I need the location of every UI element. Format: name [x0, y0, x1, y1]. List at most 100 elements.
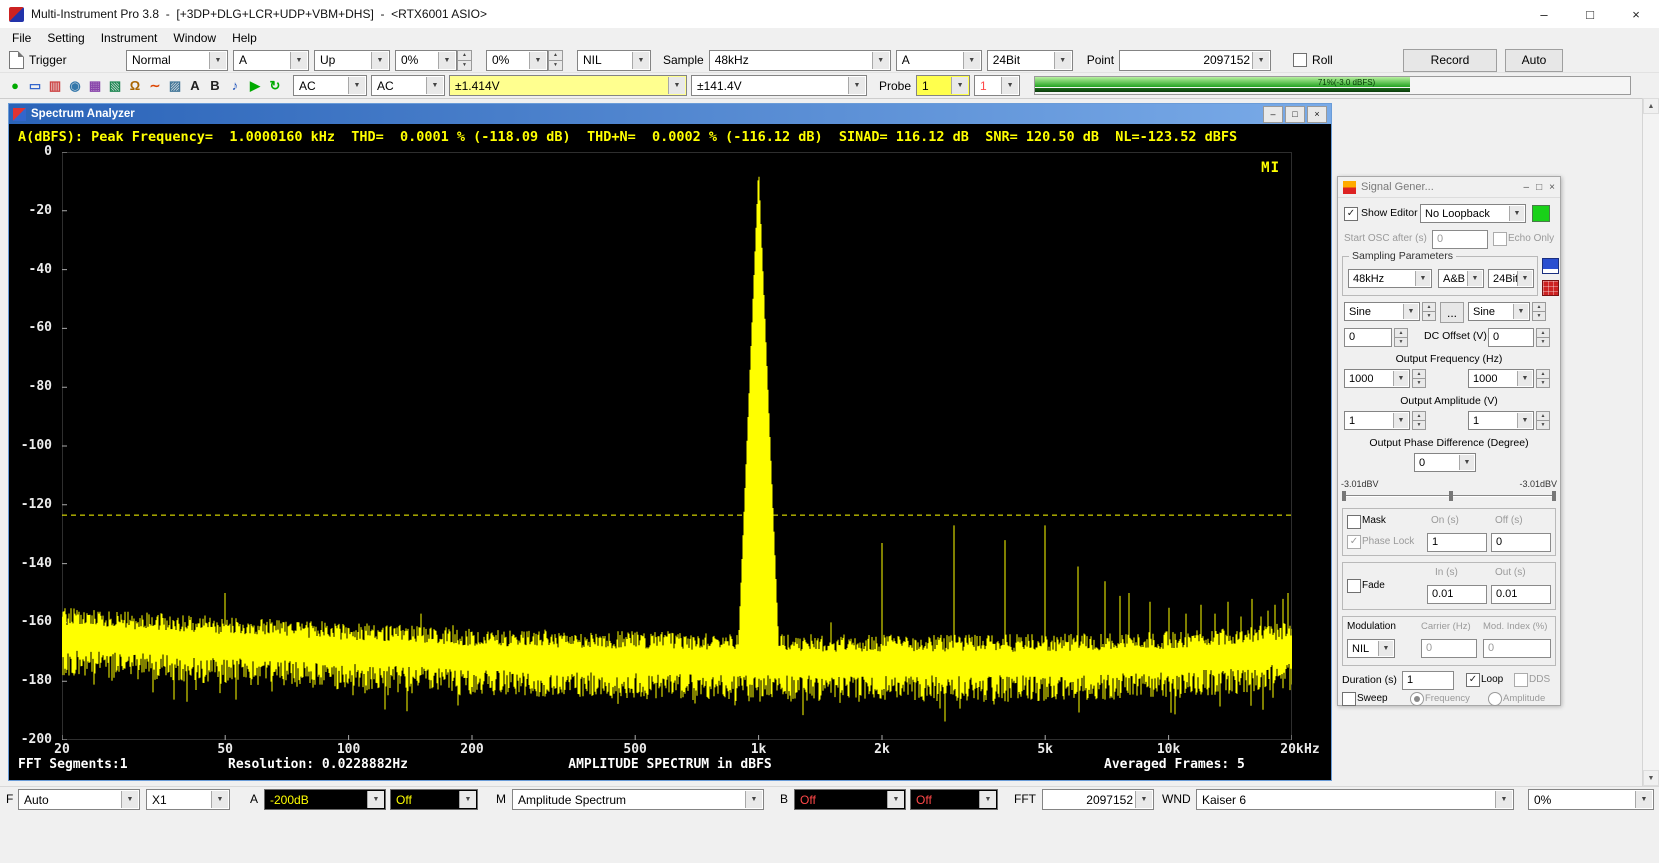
roll-checkbox[interactable]	[1293, 53, 1307, 67]
dc-offset-a-input[interactable]: 0	[1344, 328, 1392, 347]
mask-on-input[interactable]: 1	[1427, 533, 1487, 552]
mask-off-input[interactable]: 0	[1491, 533, 1551, 552]
oscilloscope-icon[interactable]: ▭	[25, 76, 45, 96]
auto-button[interactable]: Auto	[1505, 49, 1563, 72]
sampling-bits-select[interactable]: 24Bit	[987, 50, 1073, 71]
font-decrease-b-icon[interactable]: B	[205, 76, 225, 96]
x-scale-select[interactable]: X1	[146, 789, 230, 810]
freq-a-spinner[interactable]	[1412, 369, 1426, 388]
amp-b-spinner[interactable]	[1536, 411, 1550, 430]
freq-range-select[interactable]: Auto	[18, 789, 140, 810]
mask-checkbox[interactable]	[1347, 515, 1361, 529]
carrier-input[interactable]: 0	[1421, 639, 1477, 658]
dc-offset-b-input[interactable]: 0	[1488, 328, 1534, 347]
wave-a-select[interactable]: Sine	[1344, 302, 1420, 321]
scroll-up-button[interactable]: ▲	[1643, 98, 1659, 114]
font-decrease-a-icon[interactable]: A	[185, 76, 205, 96]
trigger-hpf-select[interactable]: NIL	[577, 50, 651, 71]
vertical-scrollbar[interactable]: ▲ ▼	[1642, 98, 1659, 786]
fade-in-input[interactable]: 0.01	[1427, 585, 1487, 604]
duration-input[interactable]: 1	[1402, 671, 1454, 690]
derived-data-icon[interactable]: ▨	[165, 76, 185, 96]
minimize-button[interactable]: –	[1521, 0, 1567, 28]
spectrum-analyzer-icon[interactable]: ▥	[45, 76, 65, 96]
siggen-minimize-button[interactable]: –	[1524, 182, 1530, 193]
trigger-delay-select[interactable]: 0%	[486, 50, 548, 71]
coupling-b-select[interactable]: AC	[371, 75, 445, 96]
trigger-delay-spinner[interactable]	[548, 50, 563, 71]
probe-b-select[interactable]: 1	[974, 75, 1020, 96]
range-b-select[interactable]: ±141.4V	[691, 75, 867, 96]
record-button[interactable]: Record	[1403, 49, 1497, 72]
spectrum-plot[interactable]	[62, 152, 1292, 740]
spectrum-3d-plot-icon[interactable]: ▦	[85, 76, 105, 96]
loopback-select[interactable]: No Loopback	[1420, 204, 1526, 223]
freq-b-spinner[interactable]	[1536, 369, 1550, 388]
freq-b-select[interactable]: 1000	[1468, 369, 1534, 388]
maximize-button[interactable]: □	[1567, 0, 1613, 28]
b-range-select[interactable]: Off	[794, 789, 906, 810]
a-range-select[interactable]: -200dB	[264, 789, 386, 810]
sweep-frequency-radio[interactable]	[1410, 692, 1424, 706]
sweep-amplitude-radio[interactable]	[1488, 692, 1502, 706]
siggen-maximize-button[interactable]: □	[1536, 182, 1542, 193]
sampling-rate-select[interactable]: 48kHz	[709, 50, 891, 71]
run-stop-icon[interactable]: ●	[5, 76, 25, 96]
multimeter-icon[interactable]: ◉	[65, 76, 85, 96]
range-a-select[interactable]: ±1.414V	[449, 75, 687, 96]
amp-b-select[interactable]: 1	[1468, 411, 1534, 430]
trigger-mode-select[interactable]: Normal	[126, 50, 228, 71]
mod-index-input[interactable]: 0	[1483, 639, 1551, 658]
dds-checkbox[interactable]	[1514, 673, 1528, 687]
signal-generator-title-bar[interactable]: Signal Gener... – □ ×	[1338, 177, 1560, 198]
spectrum-restore-button[interactable]: □	[1285, 106, 1305, 123]
dc-offset-b-spinner[interactable]	[1536, 328, 1550, 347]
menu-item-window[interactable]: Window	[165, 31, 224, 45]
spectrum-title-bar[interactable]: Spectrum Analyzer – □ ×	[9, 104, 1331, 124]
play-icon[interactable]: ▶	[245, 76, 265, 96]
spectrum-close-button[interactable]: ×	[1307, 106, 1327, 123]
more-waveform-button[interactable]: ...	[1440, 302, 1464, 323]
probe-a-select[interactable]: 1	[916, 75, 970, 96]
trigger-source-select[interactable]: A	[233, 50, 309, 71]
menu-item-instrument[interactable]: Instrument	[93, 31, 166, 45]
loop-checkbox[interactable]	[1466, 673, 1480, 687]
menu-item-setting[interactable]: Setting	[39, 31, 92, 45]
signal-generator-icon[interactable]: ∼	[145, 76, 165, 96]
record-points-combo[interactable]: 2097152	[1119, 50, 1271, 71]
trigger-level-select[interactable]: 0%	[395, 50, 457, 71]
amp-a-spinner[interactable]	[1412, 411, 1426, 430]
output-amplitude-slider[interactable]	[1342, 491, 1556, 501]
dc-offset-a-spinner[interactable]	[1394, 328, 1408, 347]
freq-a-select[interactable]: 1000	[1344, 369, 1410, 388]
lcr-meter-icon[interactable]: Ω	[125, 76, 145, 96]
mod-type-select[interactable]: NIL	[1347, 639, 1395, 658]
b-mode-select[interactable]: Off	[910, 789, 998, 810]
phase-select[interactable]: 0	[1414, 453, 1476, 472]
waveform-library-icon[interactable]	[1542, 280, 1559, 296]
start-osc-input[interactable]: 0	[1432, 230, 1488, 249]
close-button[interactable]: ×	[1613, 0, 1659, 28]
siggen-close-button[interactable]: ×	[1549, 182, 1555, 193]
fft-size-select[interactable]: 2097152	[1042, 789, 1154, 810]
m-view-select[interactable]: Amplitude Spectrum	[512, 789, 764, 810]
data-logger-icon[interactable]: ▧	[105, 76, 125, 96]
trigger-level-spinner[interactable]	[457, 50, 472, 71]
sampling-channel-select[interactable]: A	[896, 50, 982, 71]
output-on-button[interactable]	[1532, 205, 1550, 222]
fade-checkbox[interactable]	[1347, 579, 1361, 593]
fade-out-input[interactable]: 0.01	[1491, 585, 1551, 604]
save-icon[interactable]	[1542, 258, 1559, 274]
loopback-icon[interactable]: ↻	[265, 76, 285, 96]
overlap-select[interactable]: 0%	[1528, 789, 1654, 810]
trigger-settings-icon[interactable]	[9, 51, 24, 69]
wave-b-spinner[interactable]	[1532, 302, 1546, 321]
a-mode-select[interactable]: Off	[390, 789, 478, 810]
sg-rate-select[interactable]: 48kHz	[1348, 269, 1432, 288]
spectrum-minimize-button[interactable]: –	[1263, 106, 1283, 123]
menu-item-help[interactable]: Help	[224, 31, 265, 45]
wave-b-select[interactable]: Sine	[1468, 302, 1530, 321]
amp-a-select[interactable]: 1	[1344, 411, 1410, 430]
slider-handle-a[interactable]	[1342, 491, 1346, 501]
trigger-edge-select[interactable]: Up	[314, 50, 390, 71]
